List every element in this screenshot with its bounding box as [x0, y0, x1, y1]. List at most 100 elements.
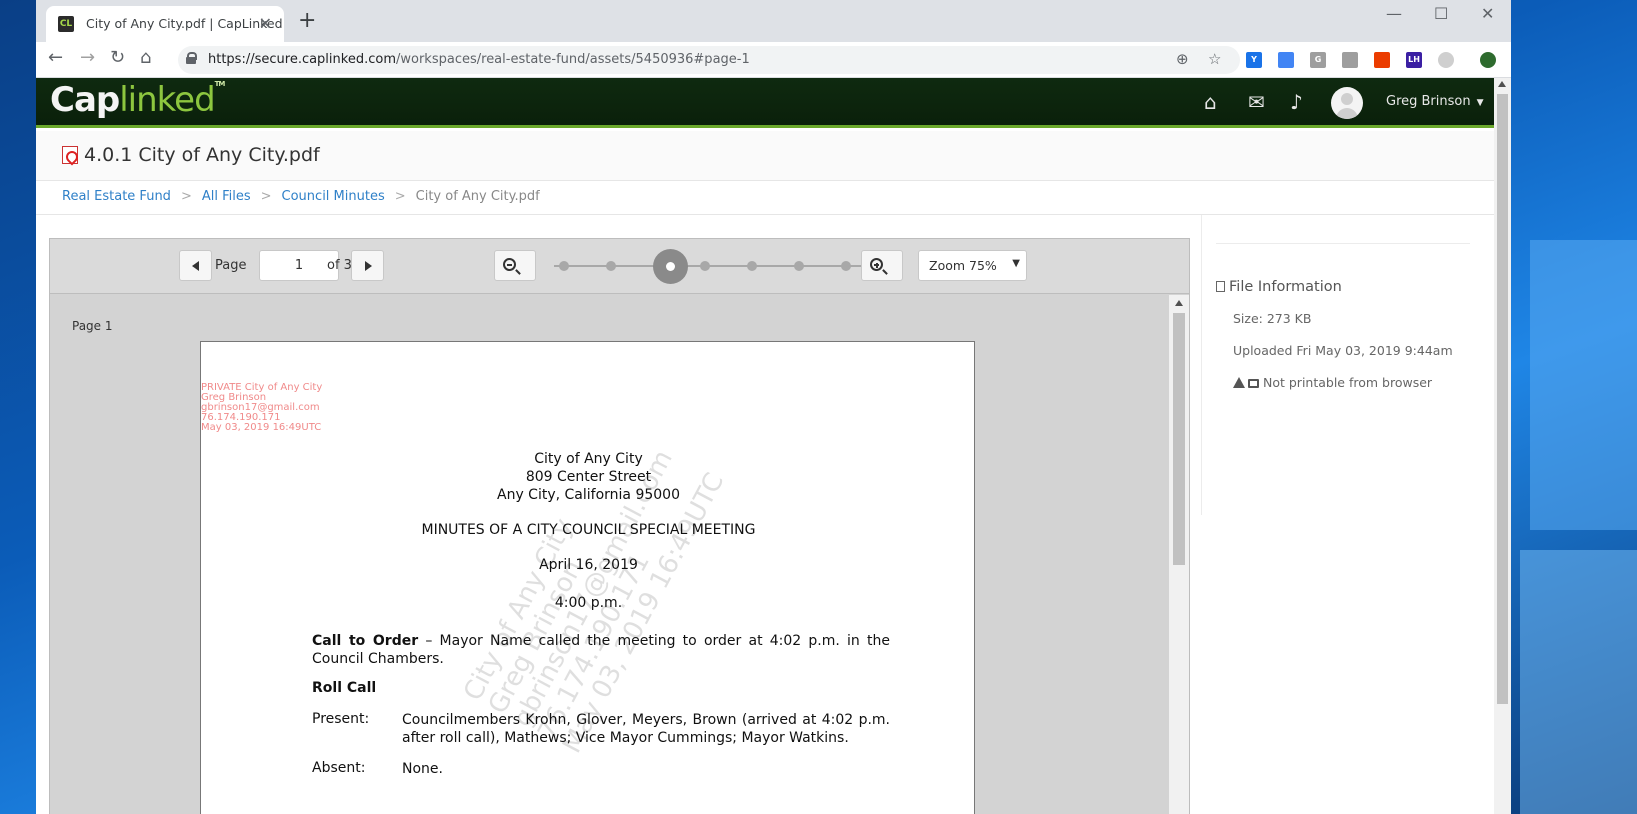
scroll-up-icon[interactable]	[1175, 300, 1183, 306]
roll-call-heading: Roll Call	[312, 680, 377, 696]
zoom-slider-handle[interactable]	[653, 249, 688, 284]
viewer-body[interactable]: Page 1 PRIVATE City of Any City Greg Bri…	[50, 295, 1189, 814]
extension-g-icon[interactable]: G	[1310, 52, 1326, 68]
heading-line: City of Any City	[534, 451, 643, 467]
zoom-step[interactable]	[559, 261, 569, 271]
printer-icon	[1248, 379, 1259, 388]
heading-line: 809 Center Street	[525, 469, 652, 485]
back-icon[interactable]: ←	[48, 47, 63, 68]
office-icon[interactable]	[1374, 52, 1390, 68]
home-icon[interactable]: ⌂	[1204, 90, 1217, 114]
maximize-icon[interactable]: ☐	[1434, 4, 1448, 23]
window-close-icon[interactable]: ✕	[1481, 4, 1494, 23]
breadcrumb: Real Estate Fund > All Files > Council Minut…	[62, 189, 540, 204]
chevron-left-icon	[192, 261, 199, 271]
user-menu[interactable]: Greg Brinson ▼	[1386, 94, 1484, 109]
document-title-bar: 4.0.1 City of Any City.pdf	[36, 131, 1494, 181]
desktop-panel	[1520, 550, 1637, 814]
new-tab-icon[interactable]: +	[298, 8, 316, 33]
user-avatar[interactable]	[1331, 87, 1363, 119]
file-info-sidebar: File Information Size: 273 KB Uploaded F…	[1201, 215, 1494, 515]
zoom-in-icon	[870, 258, 883, 271]
forward-icon[interactable]: →	[80, 47, 95, 68]
breadcrumb-all-files[interactable]: All Files	[202, 189, 251, 204]
home-icon[interactable]: ⌂	[140, 47, 151, 68]
address-bar[interactable]: https://secure.caplinked.com/workspaces/…	[178, 46, 1240, 74]
zoom-page-icon[interactable]: ⊕	[1176, 50, 1189, 68]
scroll-up-icon[interactable]	[1498, 81, 1506, 87]
meeting-title: MINUTES OF A CITY COUNCIL SPECIAL MEETIN…	[421, 522, 756, 538]
pdf-viewer: Page of 3 Zoom 75%▼ Page 1 PRIVAT	[49, 238, 1190, 814]
minimize-icon[interactable]: —	[1386, 4, 1402, 23]
file-size: Size: 273 KB	[1233, 311, 1312, 326]
desktop-panel	[1530, 240, 1637, 530]
zoom-step[interactable]	[700, 261, 710, 271]
browser-tab[interactable]: CL City of Any City.pdf | CapLinked ✕	[46, 6, 284, 42]
mail-icon[interactable]: ✉	[1248, 90, 1265, 114]
viewer-scrollbar[interactable]	[1169, 295, 1189, 814]
zoom-slider-track[interactable]	[554, 265, 872, 267]
lock-icon	[186, 52, 197, 64]
absent-label: Absent:	[312, 760, 366, 776]
call-to-order: Call to Order – Mayor Name called the me…	[312, 633, 890, 667]
breadcrumb-council-minutes[interactable]: Council Minutes	[282, 189, 385, 204]
caplinked-logo[interactable]: CaplinkedTM	[50, 80, 225, 120]
scroll-thumb[interactable]	[1497, 94, 1508, 704]
watermark-line: May 03, 2019 16:49UTC	[201, 422, 322, 433]
prev-page-button[interactable]	[179, 250, 212, 281]
scroll-thumb[interactable]	[1173, 313, 1185, 565]
page-caption: Page 1	[72, 319, 113, 333]
viewer-toolbar: Page of 3 Zoom 75%▼	[50, 239, 1189, 294]
bookmark-star-icon[interactable]: ☆	[1208, 50, 1221, 68]
pdf-page: PRIVATE City of Any City Greg Brinson gb…	[200, 341, 975, 814]
profile-avatar-icon[interactable]	[1480, 52, 1496, 68]
present-text: Councilmembers Krohn, Glover, Meyers, Br…	[402, 712, 890, 746]
breadcrumb-current: City of Any City.pdf	[415, 189, 540, 204]
zoom-step[interactable]	[747, 261, 757, 271]
bell-icon[interactable]: ♪	[1290, 90, 1303, 114]
absent-text: None.	[402, 761, 443, 777]
meeting-date: April 16, 2019	[539, 557, 638, 573]
extension-blue-icon[interactable]	[1278, 52, 1294, 68]
page-count-label: of 3	[327, 258, 352, 273]
browser-toolbar: ← → ↻ ⌂ https://secure.caplinked.com/wor…	[36, 42, 1511, 78]
zoom-step[interactable]	[841, 261, 851, 271]
url-text: https://secure.caplinked.com/workspaces/…	[208, 52, 750, 67]
page-title: 4.0.1 City of Any City.pdf	[84, 144, 320, 166]
zoom-select[interactable]: Zoom 75% ▼	[918, 250, 1027, 281]
extension-lh-icon[interactable]: LH	[1406, 52, 1422, 68]
extension-gray-icon[interactable]	[1342, 52, 1358, 68]
page-scrollbar[interactable]	[1494, 78, 1511, 814]
extension-y-icon[interactable]: Y	[1246, 52, 1262, 68]
zoom-in-button[interactable]	[861, 250, 903, 281]
file-info-title: File Information	[1216, 279, 1342, 295]
close-tab-icon[interactable]: ✕	[259, 14, 272, 33]
next-page-button[interactable]	[351, 250, 384, 281]
tab-title: City of Any City.pdf | CapLinked	[86, 16, 283, 31]
zoom-out-icon	[503, 258, 516, 271]
meeting-time: 4:00 p.m.	[554, 595, 623, 611]
present-label: Present:	[312, 711, 370, 727]
warning-icon	[1233, 377, 1245, 388]
divider	[1216, 243, 1470, 244]
file-uploaded: Uploaded Fri May 03, 2019 9:44am	[1233, 343, 1453, 358]
reload-icon[interactable]: ↻	[110, 47, 125, 68]
zoom-step[interactable]	[606, 261, 616, 271]
page-label: Page	[215, 258, 247, 273]
tab-strip: CL City of Any City.pdf | CapLinked ✕ + …	[36, 0, 1511, 42]
print-status: Not printable from browser	[1233, 375, 1432, 390]
web-page: CaplinkedTM ⌂ ✉ ♪ Greg Brinson ▼ 4.0.1 Ci…	[36, 78, 1511, 814]
breadcrumb-real-estate-fund[interactable]: Real Estate Fund	[62, 189, 171, 204]
extension-circle-icon[interactable]	[1438, 52, 1454, 68]
caplinked-favicon-icon: CL	[58, 16, 74, 32]
app-header: CaplinkedTM ⌂ ✉ ♪ Greg Brinson ▼	[36, 78, 1494, 128]
chevron-right-icon	[365, 261, 372, 271]
heading-line: Any City, California 95000	[497, 487, 680, 503]
pdf-file-icon	[62, 146, 78, 164]
zoom-out-button[interactable]	[494, 250, 536, 281]
browser-window: CL City of Any City.pdf | CapLinked ✕ + …	[36, 0, 1511, 814]
file-icon	[1216, 281, 1225, 292]
diagonal-watermark: City of Any City Greg Brinson gbrinson17…	[458, 445, 731, 759]
zoom-step[interactable]	[794, 261, 804, 271]
chevron-down-icon: ▼	[1012, 258, 1020, 269]
